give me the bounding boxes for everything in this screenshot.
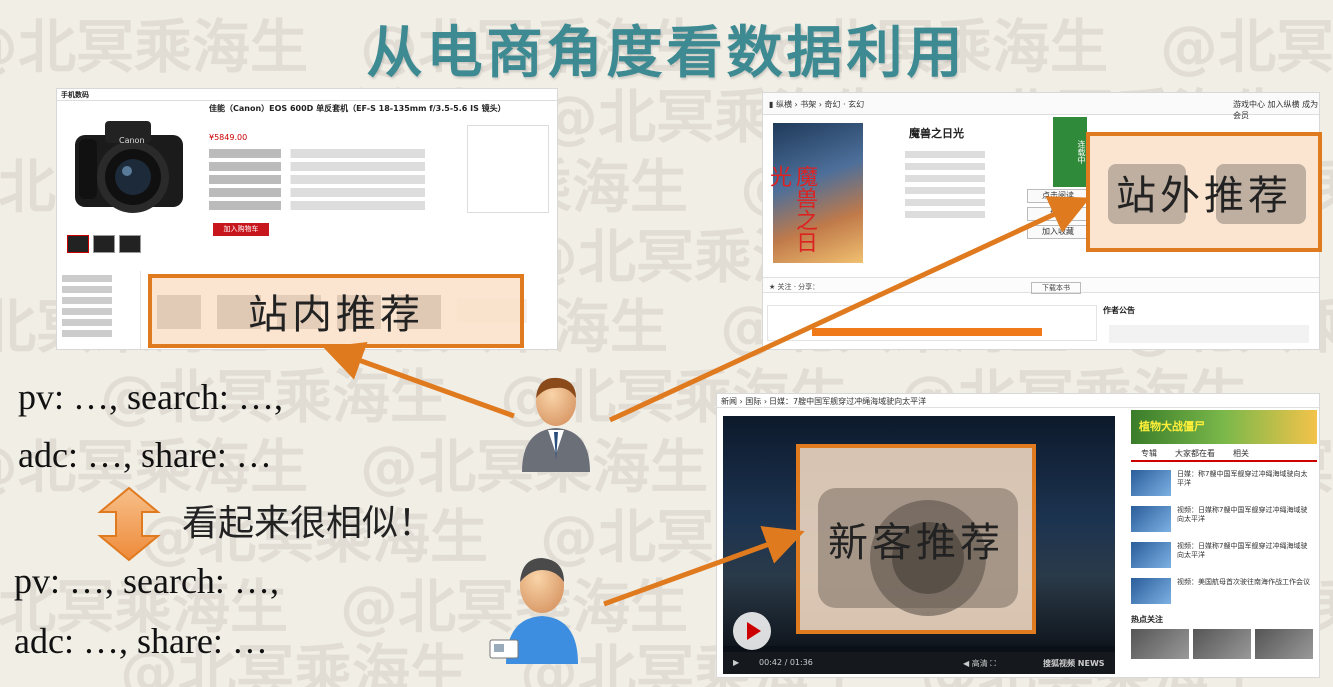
arrow-to-off-site bbox=[608, 196, 1091, 423]
arrow-to-in-site bbox=[323, 341, 515, 419]
arrow-to-new-customer bbox=[603, 526, 805, 607]
flow-arrows bbox=[323, 196, 1091, 607]
